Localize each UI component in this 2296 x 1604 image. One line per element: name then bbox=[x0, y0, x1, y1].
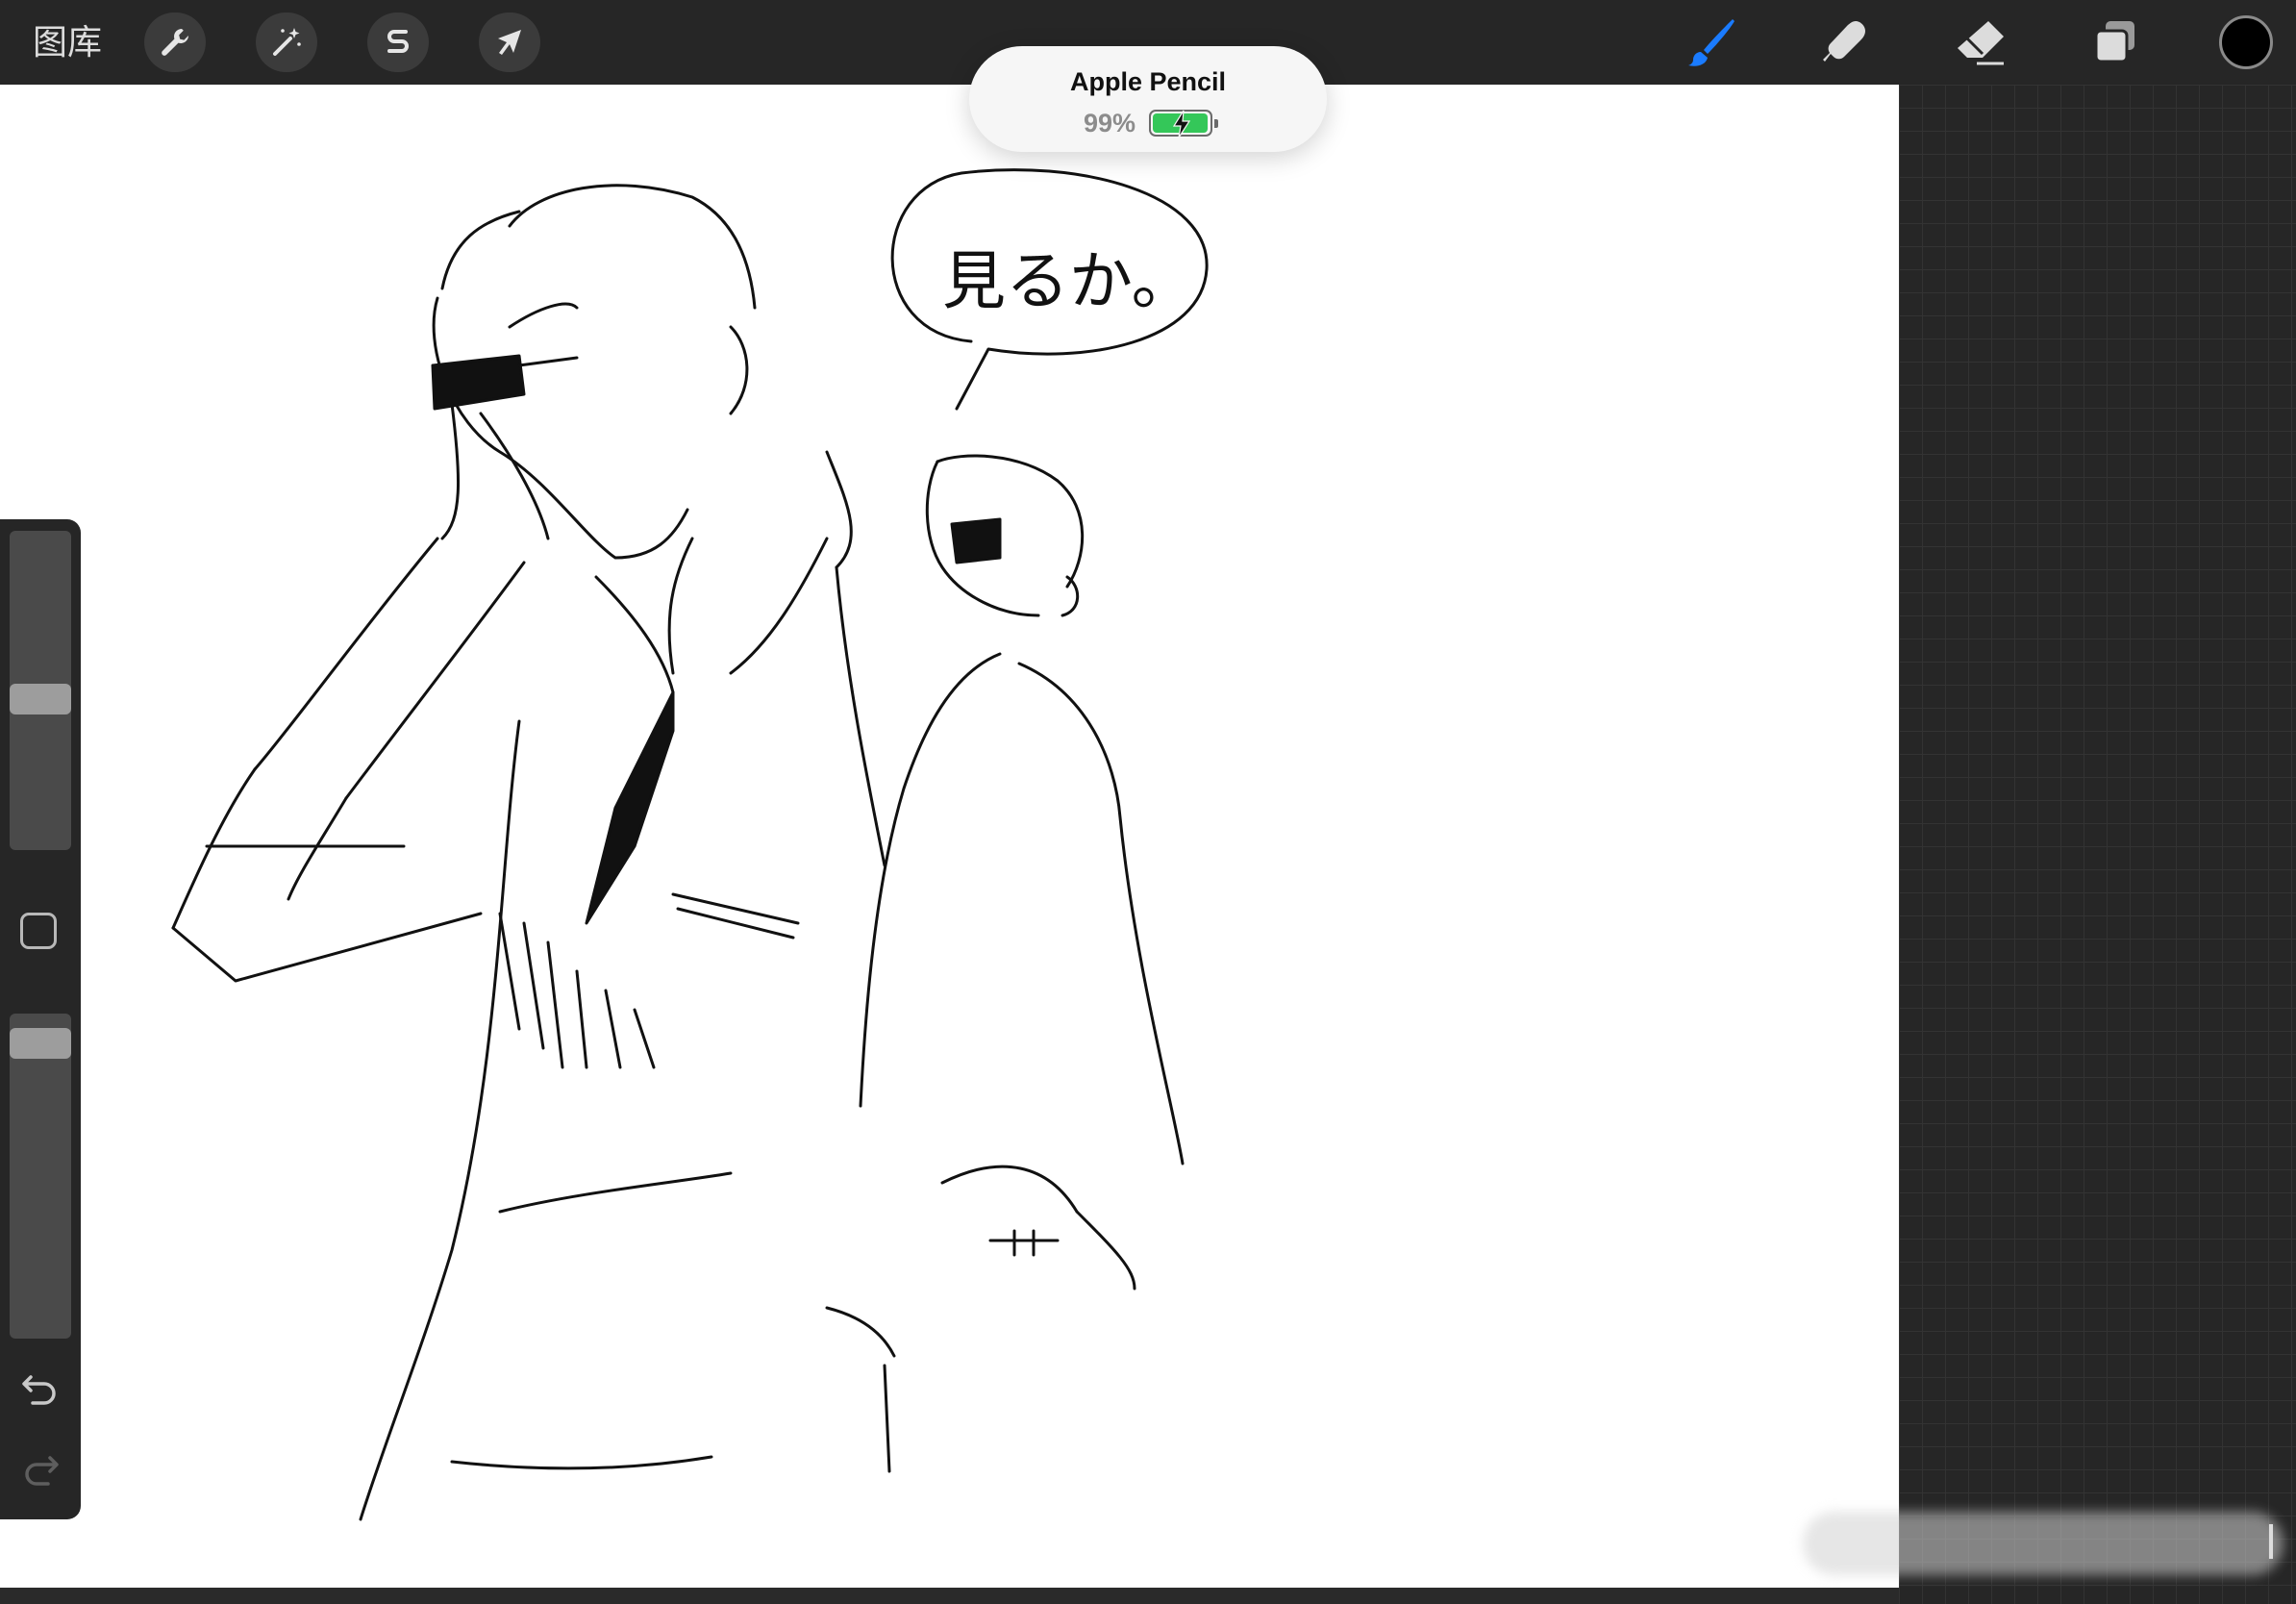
apple-pencil-popup: Apple Pencil 99% bbox=[969, 46, 1327, 152]
layers-button[interactable] bbox=[2086, 13, 2144, 71]
wrench-icon bbox=[162, 29, 188, 56]
canvas-background-grid bbox=[1899, 85, 2296, 1604]
charging-bolt-icon bbox=[1172, 110, 1191, 138]
undo-arrow-icon bbox=[22, 1375, 56, 1405]
battery-icon bbox=[1149, 110, 1219, 138]
actions-button[interactable] bbox=[144, 13, 206, 72]
layers-icon bbox=[2094, 21, 2134, 63]
pencil-title: Apple Pencil bbox=[1069, 67, 1227, 96]
magic-wand-icon bbox=[273, 28, 301, 56]
speech-text: 見るか。 bbox=[942, 244, 1195, 318]
gallery-button[interactable]: 图库 bbox=[33, 19, 102, 65]
smudge-button[interactable] bbox=[1817, 13, 1875, 71]
color-swatch[interactable] bbox=[2219, 15, 2273, 69]
watermark-overlay bbox=[1803, 1512, 2284, 1575]
smudge-finger-icon bbox=[1823, 21, 1865, 62]
battery-nub bbox=[1214, 119, 1219, 128]
brush-size-thumb[interactable] bbox=[10, 684, 71, 714]
brush-size-slider[interactable] bbox=[10, 531, 71, 850]
adjustments-button[interactable] bbox=[256, 13, 317, 72]
pencil-battery-row: 99% bbox=[969, 106, 1327, 140]
eraser-button[interactable] bbox=[1952, 13, 2009, 71]
text-caret bbox=[2269, 1524, 2273, 1559]
redo-arrow-icon bbox=[25, 1456, 59, 1486]
opacity-thumb[interactable] bbox=[10, 1028, 71, 1059]
opacity-slider[interactable] bbox=[10, 1014, 71, 1339]
selection-button[interactable] bbox=[367, 13, 429, 72]
eraser-icon bbox=[1958, 21, 2004, 65]
modify-button[interactable] bbox=[20, 913, 57, 949]
drawing-canvas[interactable]: 見るか。 bbox=[0, 85, 1899, 1588]
bottom-edge bbox=[0, 1588, 1899, 1604]
sketch-illustration: 見るか。 bbox=[171, 168, 1209, 1521]
redo-button[interactable] bbox=[17, 1446, 63, 1492]
arrow-cursor-icon bbox=[498, 30, 521, 55]
brush-button[interactable] bbox=[1683, 13, 1740, 71]
brush-icon bbox=[1688, 19, 1734, 66]
selection-s-icon bbox=[387, 30, 409, 53]
left-sidebar bbox=[0, 519, 81, 1519]
transform-button[interactable] bbox=[479, 13, 540, 72]
battery-percent: 99% bbox=[1083, 108, 1136, 138]
undo-button[interactable] bbox=[17, 1366, 63, 1412]
